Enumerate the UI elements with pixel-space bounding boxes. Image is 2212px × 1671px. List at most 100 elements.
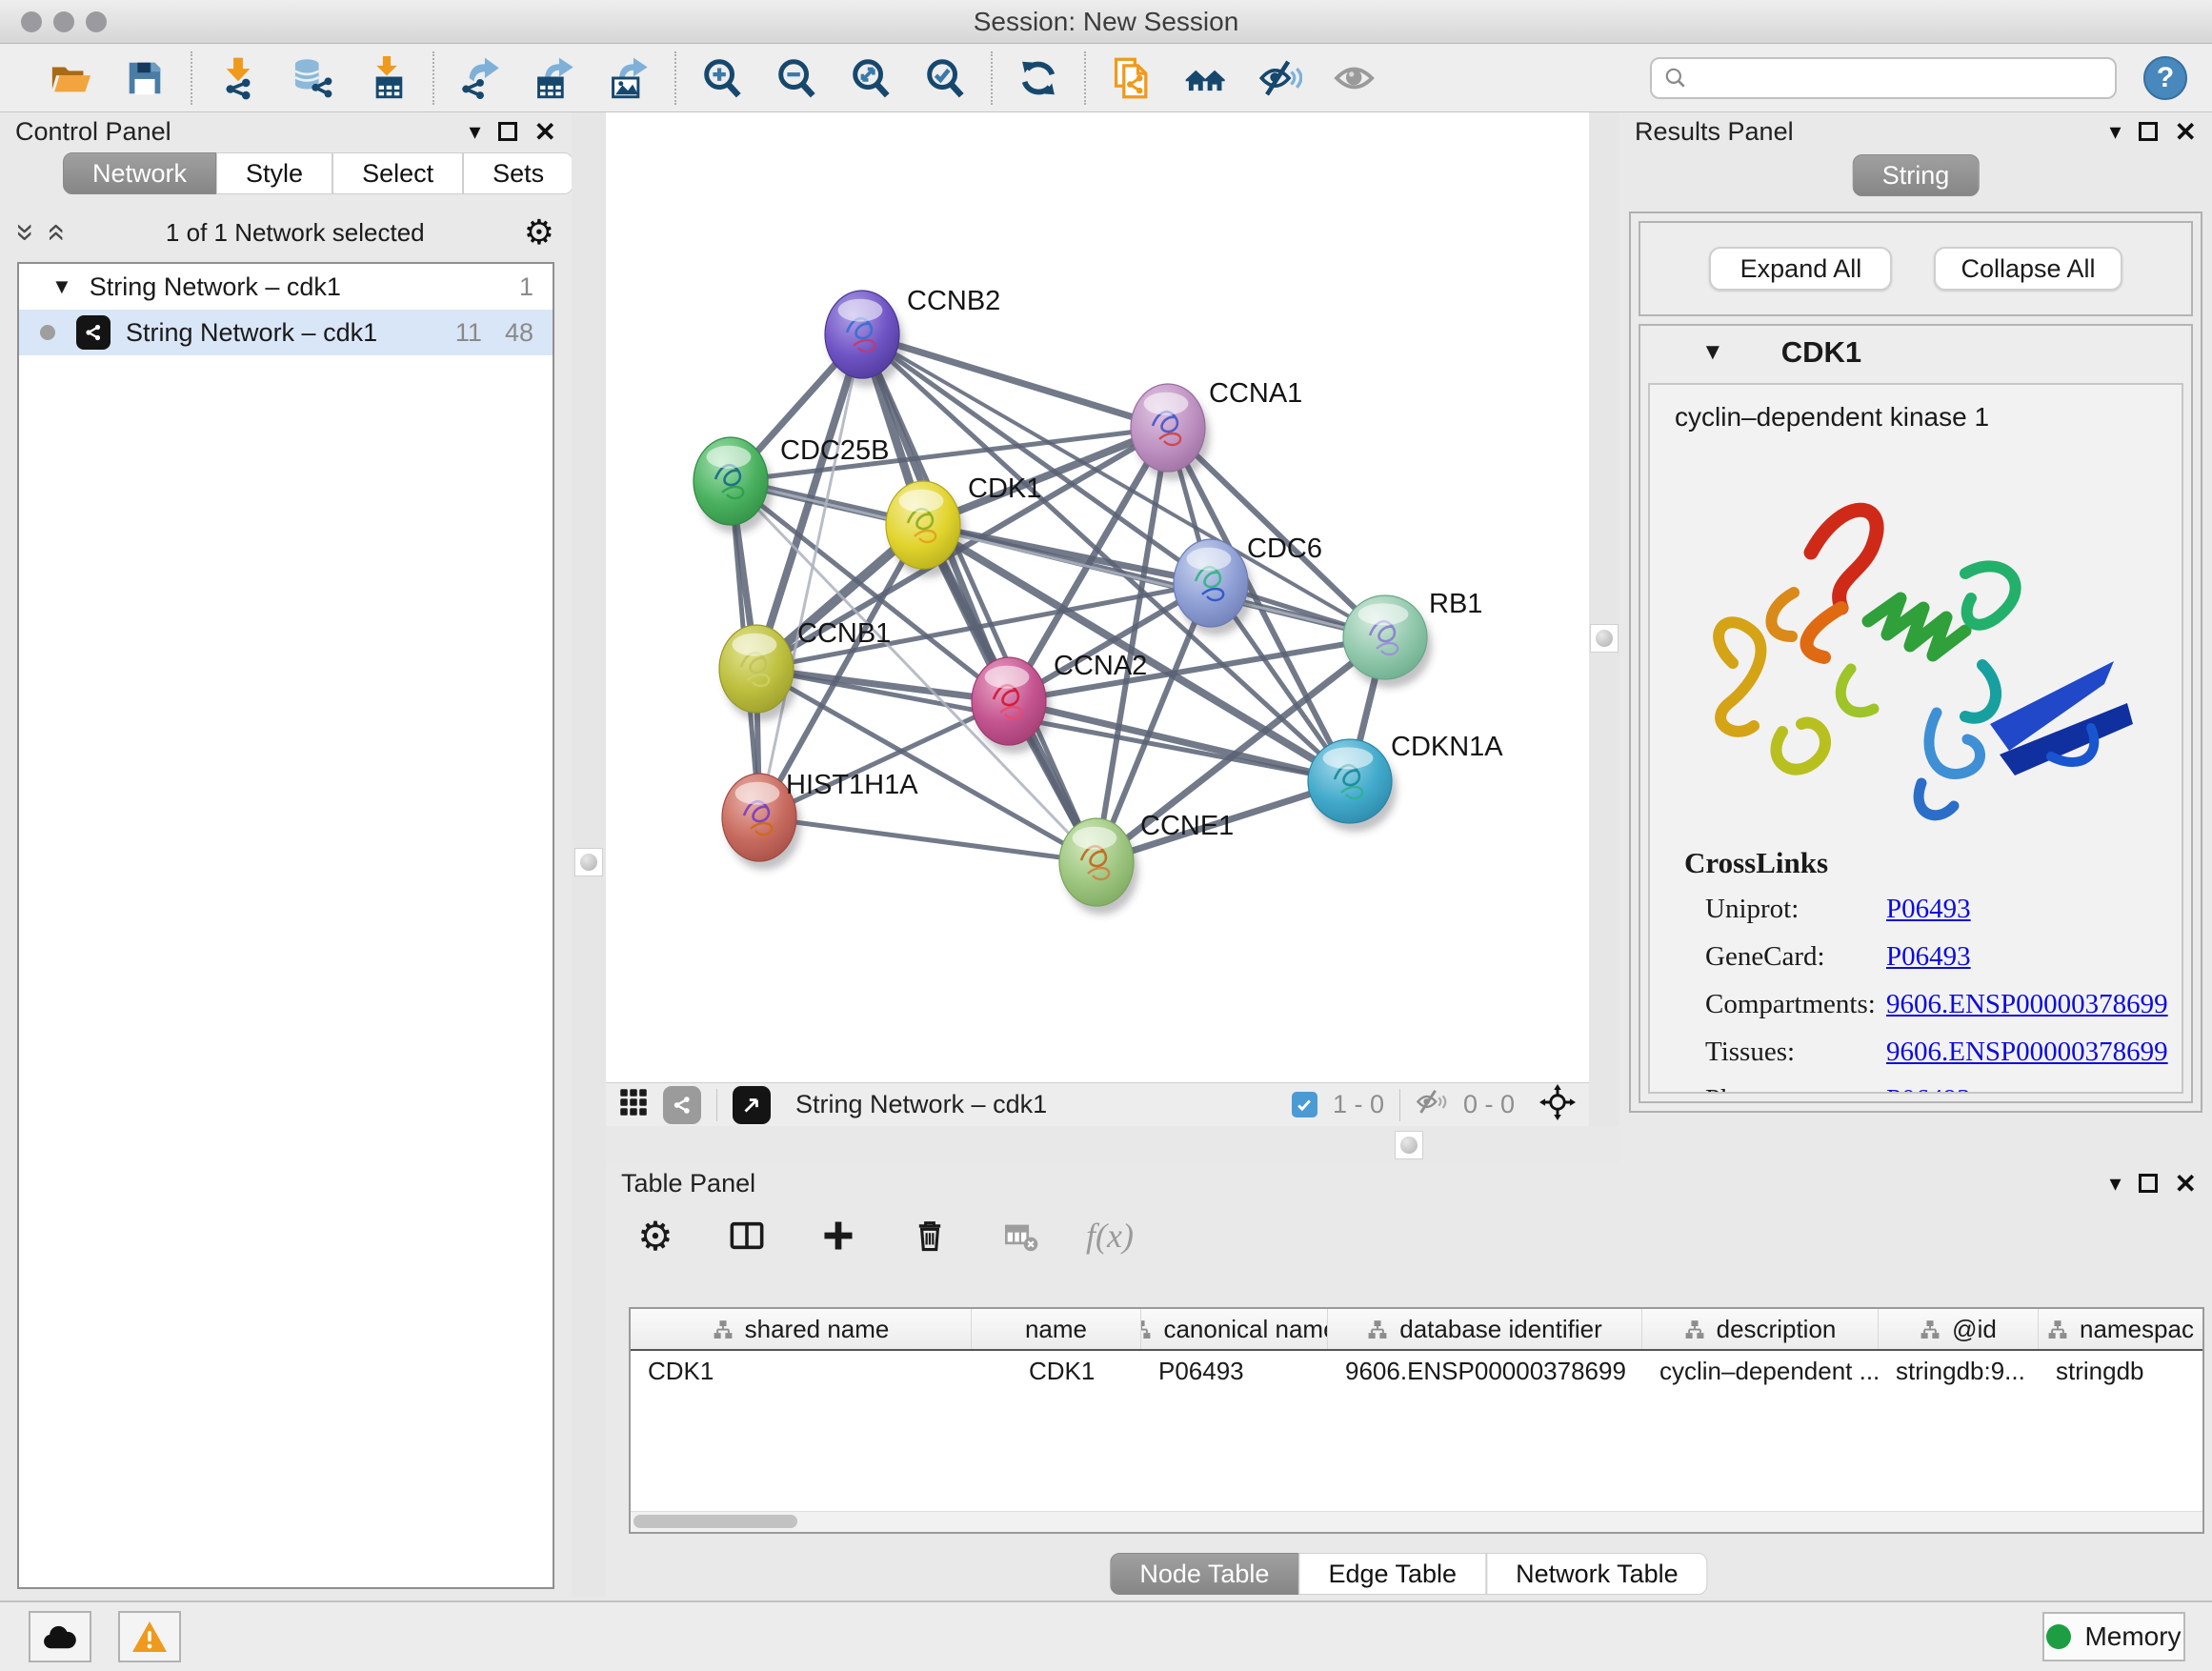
grid-mode-icon[interactable] [619, 1088, 648, 1121]
expand-all-button[interactable]: Expand All [1709, 247, 1892, 291]
network-node-CDKN1A[interactable] [1308, 739, 1397, 832]
crosslink-genecard-link[interactable]: P06493 [1886, 941, 1971, 973]
warnings-button[interactable] [118, 1611, 181, 1662]
tab-select[interactable]: Select [332, 152, 463, 194]
export-network-icon[interactable] [453, 51, 507, 105]
left-splitter-handle[interactable] [574, 848, 603, 876]
selected-nodes-checkbox[interactable] [1292, 1092, 1317, 1117]
table-panel-tabs: Node Table Edge Table Network Table [1110, 1553, 1707, 1595]
network-node-label-CCNA1: CCNA1 [1209, 378, 1302, 409]
memory-button[interactable]: Memory [2042, 1612, 2185, 1661]
column-header-name[interactable]: name [972, 1309, 1141, 1349]
first-neighbors-icon[interactable] [1179, 51, 1233, 105]
tab-sets[interactable]: Sets [463, 152, 573, 194]
left-splitter[interactable] [572, 112, 606, 1597]
panel-menu-icon[interactable]: ▾ [2109, 1170, 2121, 1198]
right-splitter-handle[interactable] [1590, 624, 1619, 653]
expand-all-networks-icon[interactable]: « [41, 224, 73, 242]
help-button[interactable]: ? [2143, 56, 2187, 100]
network-node-CCNB2[interactable] [825, 291, 904, 387]
clone-network-icon[interactable] [1105, 51, 1158, 105]
network-node-label-CCNA2: CCNA2 [1054, 651, 1147, 681]
panel-float-icon[interactable] [498, 122, 517, 141]
show-all-icon[interactable] [1328, 51, 1381, 105]
panel-close-icon[interactable]: ✕ [2175, 116, 2197, 148]
panel-close-icon[interactable]: ✕ [2175, 1168, 2197, 1199]
network-node-label-CDKN1A: CDKN1A [1391, 732, 1503, 762]
import-network-icon[interactable] [211, 51, 265, 105]
table-horizontal-scrollbar[interactable] [631, 1511, 2202, 1532]
column-header-canonical-name[interactable]: canonical name [1141, 1309, 1328, 1349]
gene-collapse-icon[interactable]: ▼ [1701, 339, 1724, 366]
gene-section-header[interactable]: ▼ CDK1 [1640, 326, 2191, 379]
tab-style[interactable]: Style [216, 152, 332, 194]
crosslink-pharos-link[interactable]: P06493 [1886, 1084, 1971, 1094]
open-session-icon[interactable] [44, 51, 97, 105]
column-header-description[interactable]: description [1642, 1309, 1879, 1349]
collapse-all-networks-icon[interactable]: » [10, 224, 42, 242]
panel-float-icon[interactable] [2139, 122, 2158, 141]
network-node-CCNE1[interactable] [1059, 818, 1138, 915]
save-session-icon[interactable] [118, 51, 171, 105]
tab-edge-table[interactable]: Edge Table [1298, 1553, 1486, 1595]
network-node-RB1[interactable] [1343, 595, 1432, 688]
network-edge-CCNA2-CDKN1A[interactable] [1009, 701, 1350, 781]
collection-expand-icon[interactable]: ▼ [51, 274, 72, 299]
function-builder-icon[interactable]: f(x) [1086, 1216, 1134, 1256]
network-edge-HIST1H1A-CCNE1[interactable] [759, 817, 1096, 862]
gene-symbol: CDK1 [1781, 335, 1861, 370]
table-options-gear-icon[interactable]: ⚙ [629, 1209, 682, 1262]
horizontal-splitter-handle[interactable] [1395, 1131, 1423, 1159]
show-columns-icon[interactable] [720, 1209, 774, 1262]
tab-node-table[interactable]: Node Table [1110, 1553, 1298, 1595]
hide-selected-icon[interactable] [1254, 51, 1307, 105]
network-node-label-CCNB1: CCNB1 [797, 618, 891, 649]
zoom-fit-icon[interactable] [844, 51, 897, 105]
network-node-CCNA2[interactable] [972, 657, 1051, 754]
column-header-id[interactable]: @id [1879, 1309, 2039, 1349]
crosslink-label: Tissues: [1705, 1037, 1886, 1068]
export-table-icon[interactable] [528, 51, 581, 105]
crosslinks-title: CrossLinks [1684, 846, 2182, 880]
network-view-toolbar: String Network – cdk1 1 - 0 0 - 0 [606, 1082, 1589, 1126]
crosslink-compartments-link[interactable]: 9606.ENSP00000378699 [1886, 989, 2168, 1020]
birds-eye-view-icon[interactable] [733, 1086, 771, 1124]
panel-menu-icon[interactable]: ▾ [469, 118, 480, 146]
zoom-selected-icon[interactable] [918, 51, 972, 105]
network-view-canvas[interactable]: CCNB2CCNA1CDC25BCDK1CDC6RB1CCNB1CCNA2CDK… [606, 112, 1589, 1082]
column-header-database-identifier[interactable]: database identifier [1328, 1309, 1642, 1349]
tab-string[interactable]: String [1853, 154, 1980, 196]
network-thumbnail-icon[interactable] [663, 1086, 701, 1124]
import-table-icon[interactable] [360, 51, 413, 105]
delete-column-icon[interactable] [903, 1209, 956, 1262]
network-row[interactable]: String Network – cdk1 11 48 [19, 310, 553, 355]
network-node-CDK1[interactable] [886, 481, 965, 577]
zoom-out-icon[interactable] [770, 51, 823, 105]
column-header-shared-name[interactable]: shared name [631, 1309, 972, 1349]
zoom-in-icon[interactable] [695, 51, 749, 105]
panel-close-icon[interactable]: ✕ [534, 116, 556, 148]
network-options-gear-icon[interactable]: ⚙ [524, 212, 554, 252]
collapse-all-button[interactable]: Collapse All [1934, 247, 2122, 291]
table-row[interactable]: CDK1 CDK1 P06493 9606.ENSP00000378699 cy… [631, 1351, 2202, 1391]
control-panel-title: Control Panel [15, 117, 171, 147]
create-column-icon[interactable] [812, 1209, 865, 1262]
column-header-namespace[interactable]: namespac [2039, 1309, 2202, 1349]
pan-crosshair-icon[interactable] [1539, 1084, 1576, 1125]
panel-float-icon[interactable] [2139, 1174, 2158, 1193]
crosslink-tissues-link[interactable]: 9606.ENSP00000378699 [1886, 1037, 2168, 1068]
collection-name: String Network – cdk1 [90, 272, 341, 302]
cloud-status-button[interactable] [29, 1611, 91, 1662]
search-input[interactable] [1650, 57, 2117, 99]
warning-icon [131, 1619, 169, 1655]
delete-table-icon[interactable] [995, 1209, 1048, 1262]
network-edge-CCNB2-CCNA1[interactable] [862, 334, 1168, 428]
import-network-from-database-icon[interactable] [286, 51, 339, 105]
network-collection-row[interactable]: ▼ String Network – cdk1 1 [19, 264, 553, 310]
tab-network-table[interactable]: Network Table [1486, 1553, 1708, 1595]
crosslink-uniprot-link[interactable]: P06493 [1886, 894, 1971, 925]
panel-menu-icon[interactable]: ▾ [2109, 118, 2121, 146]
export-image-icon[interactable] [602, 51, 655, 105]
tab-network[interactable]: Network [63, 152, 216, 194]
refresh-icon[interactable] [1012, 51, 1065, 105]
